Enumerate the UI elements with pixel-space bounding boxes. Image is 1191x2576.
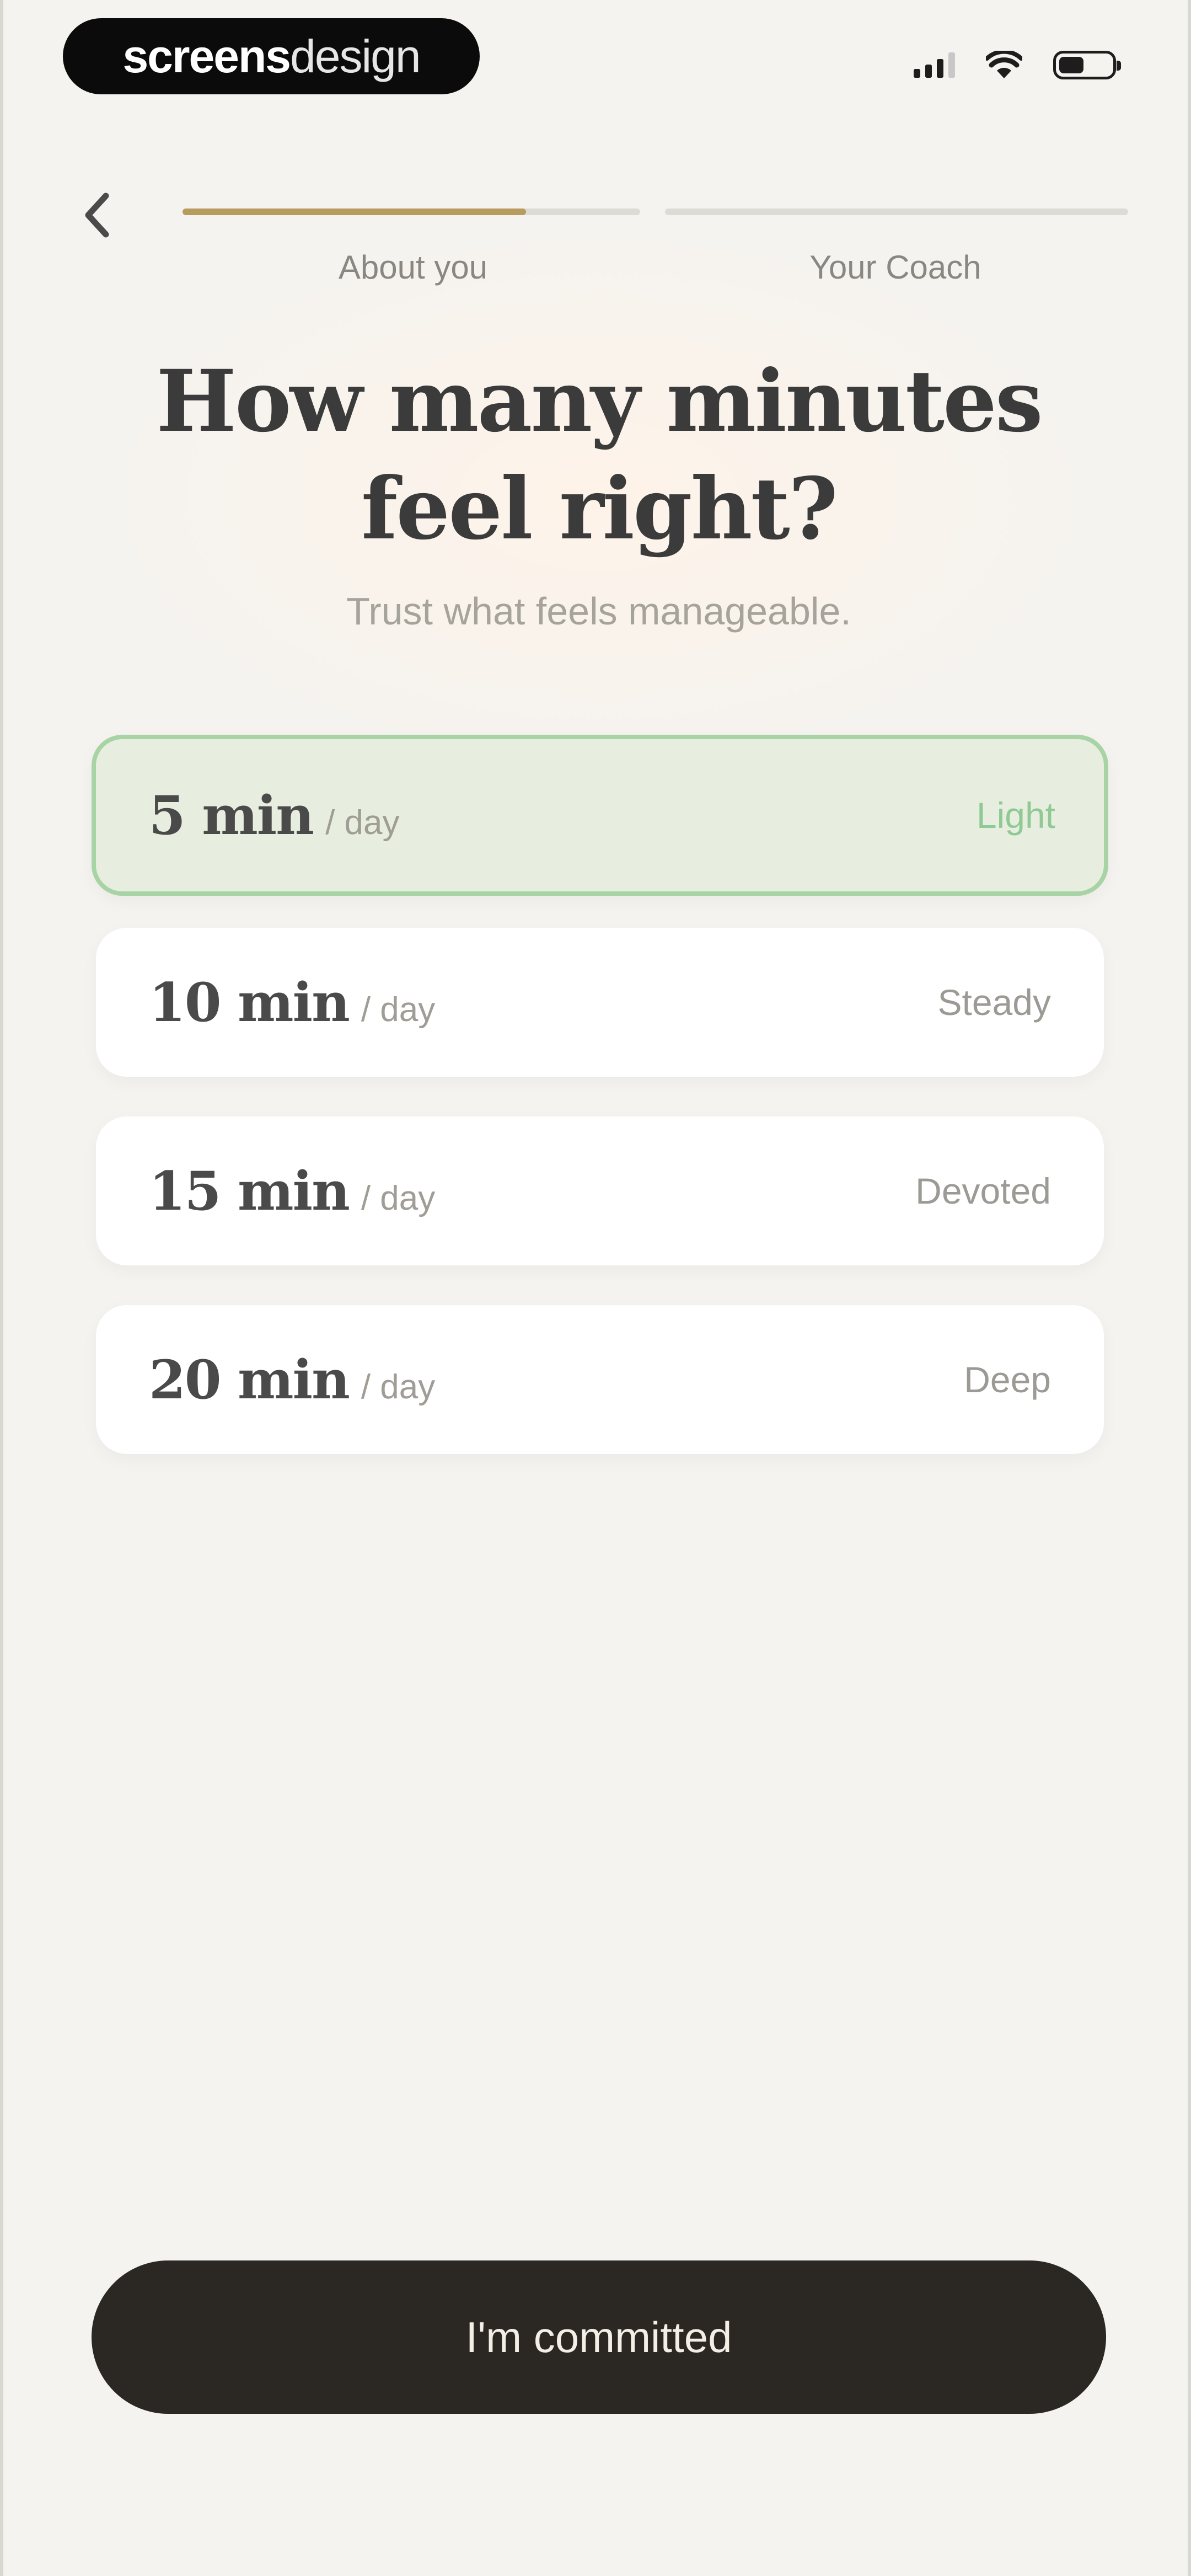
- brand-text-bold: screens: [122, 30, 291, 82]
- option-main: 5 min / day: [149, 784, 399, 847]
- option-unit: / day: [361, 990, 436, 1029]
- option-10-min[interactable]: 10 min / day Steady: [96, 928, 1104, 1077]
- option-main: 10 min / day: [149, 971, 435, 1034]
- option-15-min[interactable]: 15 min / day Devoted: [96, 1116, 1104, 1265]
- status-icons: [914, 51, 1121, 79]
- option-unit: / day: [325, 803, 400, 842]
- brand-watermark: screens design: [63, 18, 480, 94]
- option-5-min[interactable]: 5 min / day Light: [92, 735, 1108, 896]
- option-tag: Devoted: [915, 1171, 1051, 1211]
- option-unit: / day: [361, 1179, 436, 1217]
- brand-text-light: design: [290, 30, 421, 82]
- back-button[interactable]: [69, 182, 125, 248]
- page-title: How many minutes feel right?: [92, 348, 1106, 563]
- option-20-min[interactable]: 20 min / day Deep: [96, 1305, 1104, 1454]
- duration-options: 5 min / day Light 10 min / day Steady 15…: [92, 735, 1108, 1494]
- progress-fill: [183, 209, 526, 215]
- option-value: 15 min: [149, 1159, 350, 1222]
- option-tag: Deep: [964, 1359, 1051, 1400]
- commit-button[interactable]: I'm committed: [92, 2260, 1106, 2414]
- step-label-your-coach: Your Coach: [809, 249, 981, 286]
- battery-icon: [1053, 51, 1121, 79]
- option-main: 20 min / day: [149, 1349, 435, 1411]
- app-screen: screens design About you Your Coach How m…: [0, 0, 1191, 2576]
- cellular-signal-icon: [914, 52, 955, 78]
- option-value: 20 min: [149, 1348, 350, 1411]
- option-tag: Steady: [937, 982, 1051, 1023]
- option-tag: Light: [976, 795, 1055, 836]
- wifi-icon: [986, 51, 1022, 78]
- option-unit: / day: [361, 1367, 436, 1406]
- progress-step-your-coach: [665, 209, 1128, 215]
- title-line-2: feel right?: [361, 459, 838, 559]
- title-line-1: How many minutes: [156, 351, 1043, 451]
- option-value: 5 min: [149, 784, 314, 847]
- chevron-left-icon: [85, 193, 109, 238]
- page-subtitle: Trust what feels manageable.: [346, 590, 851, 633]
- step-label-about-you: About you: [338, 249, 488, 286]
- option-value: 10 min: [149, 971, 350, 1034]
- progress-step-about-you: [183, 209, 640, 215]
- option-main: 15 min / day: [149, 1160, 435, 1222]
